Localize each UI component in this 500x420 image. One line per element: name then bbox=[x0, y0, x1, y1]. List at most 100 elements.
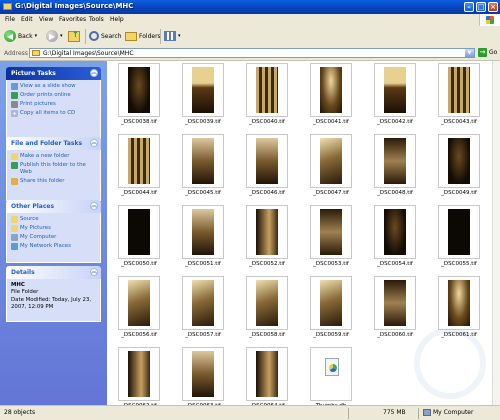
file-item[interactable]: _DSC0042.tif bbox=[363, 63, 427, 133]
menu-file[interactable]: File bbox=[5, 16, 15, 23]
file-item[interactable]: _DSC0049.tif bbox=[427, 134, 491, 204]
other-places-header[interactable]: Other Places ︽ bbox=[6, 200, 101, 213]
back-button[interactable]: ◀ Back ▾ bbox=[4, 29, 37, 43]
thumbnail[interactable] bbox=[310, 276, 352, 330]
menu-view[interactable]: View bbox=[39, 16, 53, 23]
thumbnail[interactable] bbox=[246, 134, 288, 188]
thumbnail[interactable] bbox=[118, 276, 160, 330]
search-button[interactable]: Search bbox=[89, 29, 122, 43]
views-button[interactable]: ▾ bbox=[164, 29, 181, 43]
thumbnail[interactable] bbox=[118, 134, 160, 188]
file-item[interactable]: _DSC0045.tif bbox=[171, 134, 235, 204]
print-pictures-link[interactable]: Print pictures bbox=[11, 101, 96, 108]
file-item[interactable]: _DSC0038.tif bbox=[107, 63, 171, 133]
details-header[interactable]: Details ︽ bbox=[6, 266, 101, 279]
thumbnail[interactable] bbox=[310, 205, 352, 259]
thumbnail-image bbox=[256, 351, 278, 397]
thumbnail-image bbox=[448, 280, 470, 326]
address-dropdown-icon[interactable]: ▼ bbox=[465, 49, 474, 57]
thumbnail[interactable] bbox=[182, 276, 224, 330]
file-item[interactable]: _DSC0054.tif bbox=[363, 205, 427, 275]
share-folder-link[interactable]: Share this folder bbox=[11, 178, 96, 185]
thumbnail[interactable] bbox=[118, 205, 160, 259]
thumbnail[interactable] bbox=[374, 276, 416, 330]
thumbnail[interactable] bbox=[438, 205, 480, 259]
my-network-places-link[interactable]: My Network Places bbox=[11, 243, 96, 250]
my-pictures-link[interactable]: My Pictures bbox=[11, 225, 96, 232]
file-item[interactable]: _DSC0057.tif bbox=[171, 276, 235, 346]
file-item[interactable]: _DSC0043.tif bbox=[427, 63, 491, 133]
other-places-panel: Other Places ︽ Source My Pictures My Com… bbox=[6, 200, 101, 263]
file-item[interactable]: Thumbs.db bbox=[299, 347, 363, 405]
thumbnail[interactable] bbox=[310, 134, 352, 188]
file-item[interactable]: _DSC0056.tif bbox=[107, 276, 171, 346]
thumbnail[interactable] bbox=[374, 63, 416, 117]
collapse-icon[interactable]: ︽ bbox=[90, 139, 98, 147]
slideshow-link[interactable]: View as a slide show bbox=[11, 83, 96, 90]
publish-web-link[interactable]: Publish this folder to the Web bbox=[11, 162, 96, 176]
file-item[interactable]: _DSC0060.tif bbox=[363, 276, 427, 346]
file-item[interactable]: _DSC0040.tif bbox=[235, 63, 299, 133]
my-computer-link[interactable]: My Computer bbox=[11, 234, 96, 241]
copy-to-cd-link[interactable]: Copy all items to CD bbox=[11, 110, 96, 117]
thumbnail[interactable] bbox=[374, 134, 416, 188]
file-item[interactable]: _DSC0048.tif bbox=[363, 134, 427, 204]
thumbnail[interactable] bbox=[246, 347, 288, 401]
menu-edit[interactable]: Edit bbox=[21, 16, 33, 23]
thumbnail[interactable] bbox=[118, 63, 160, 117]
file-item[interactable]: _DSC0053.tif bbox=[299, 205, 363, 275]
thumbnail[interactable] bbox=[310, 347, 352, 401]
menu-favorites[interactable]: Favorites bbox=[59, 16, 86, 23]
file-item[interactable]: _DSC0062.tif bbox=[107, 347, 171, 405]
thumbnail[interactable] bbox=[310, 63, 352, 117]
thumbnail[interactable] bbox=[182, 347, 224, 401]
file-item[interactable]: _DSC0064.tif bbox=[235, 347, 299, 405]
thumbnail[interactable] bbox=[246, 63, 288, 117]
forward-button[interactable]: ▶ ▾ bbox=[46, 29, 63, 43]
thumbnail[interactable] bbox=[374, 205, 416, 259]
thumbnail[interactable] bbox=[438, 63, 480, 117]
file-item[interactable]: _DSC0044.tif bbox=[107, 134, 171, 204]
menu-help[interactable]: Help bbox=[110, 16, 124, 23]
up-folder-button[interactable]: ↑ bbox=[68, 29, 80, 43]
file-item[interactable]: _DSC0055.tif bbox=[427, 205, 491, 275]
thumbnail[interactable] bbox=[182, 63, 224, 117]
file-item[interactable]: _DSC0058.tif bbox=[235, 276, 299, 346]
go-button[interactable]: → Go bbox=[478, 48, 497, 57]
close-button[interactable]: × bbox=[488, 2, 498, 12]
source-link[interactable]: Source bbox=[11, 216, 96, 223]
minimize-button[interactable]: – bbox=[464, 2, 474, 12]
file-item[interactable]: _DSC0050.tif bbox=[107, 205, 171, 275]
printer-icon bbox=[11, 101, 18, 108]
collapse-icon[interactable]: ︽ bbox=[90, 268, 98, 276]
maximize-button[interactable]: □ bbox=[476, 2, 486, 12]
vertical-scrollbar[interactable] bbox=[492, 61, 500, 405]
thumbnail[interactable] bbox=[182, 205, 224, 259]
file-item[interactable]: _DSC0047.tif bbox=[299, 134, 363, 204]
thumbnail[interactable] bbox=[438, 134, 480, 188]
thumbnail[interactable] bbox=[246, 276, 288, 330]
collapse-icon[interactable]: ︽ bbox=[90, 202, 98, 210]
order-prints-link[interactable]: Order prints online bbox=[11, 92, 96, 99]
picture-tasks-header[interactable]: Picture Tasks ︽ bbox=[6, 67, 101, 80]
collapse-icon[interactable]: ︽ bbox=[90, 69, 98, 77]
address-input[interactable]: G:\Digital Images\Source\MHC ▼ bbox=[29, 48, 475, 58]
file-item[interactable]: _DSC0046.tif bbox=[235, 134, 299, 204]
file-name: _DSC0042.tif bbox=[377, 119, 413, 125]
title-bar[interactable]: G:\Digital Images\Source\MHC – □ × bbox=[0, 0, 500, 14]
menu-tools[interactable]: Tools bbox=[89, 16, 104, 23]
file-folder-tasks-header[interactable]: File and Folder Tasks ︽ bbox=[6, 137, 101, 150]
folders-button[interactable]: Folders bbox=[125, 29, 161, 43]
file-item[interactable]: _DSC0061.tif bbox=[427, 276, 491, 346]
file-item[interactable]: _DSC0039.tif bbox=[171, 63, 235, 133]
new-folder-link[interactable]: Make a new folder bbox=[11, 153, 96, 160]
file-item[interactable]: _DSC0059.tif bbox=[299, 276, 363, 346]
thumbnail[interactable] bbox=[246, 205, 288, 259]
file-item[interactable]: _DSC0041.tif bbox=[299, 63, 363, 133]
thumbnail[interactable] bbox=[182, 134, 224, 188]
file-item[interactable]: _DSC0052.tif bbox=[235, 205, 299, 275]
thumbnail[interactable] bbox=[438, 276, 480, 330]
thumbnail[interactable] bbox=[118, 347, 160, 401]
file-item[interactable]: _DSC0051.tif bbox=[171, 205, 235, 275]
file-item[interactable]: _DSC0063.tif bbox=[171, 347, 235, 405]
